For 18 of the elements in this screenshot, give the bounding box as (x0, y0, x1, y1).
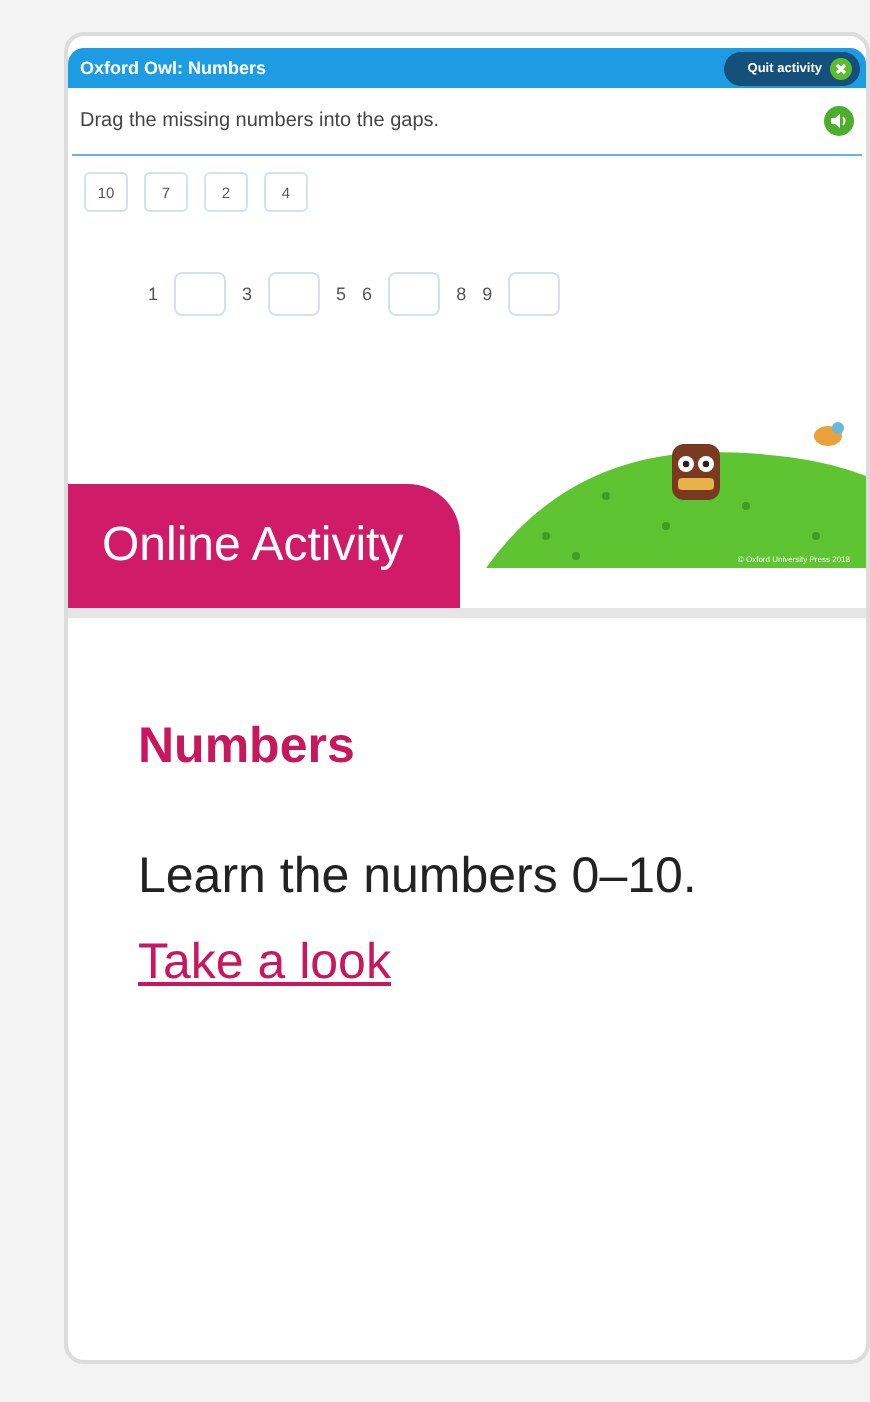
activity-title: Oxford Owl: Numbers (80, 58, 267, 78)
sequence-number: 1 (148, 284, 159, 304)
instruction-text: Drag the missing numbers into the gaps. (80, 110, 440, 132)
card-heading: Numbers (138, 718, 357, 776)
drop-gap[interactable] (268, 272, 321, 316)
drop-gap[interactable] (388, 272, 441, 316)
sequence-number: 8 (456, 284, 467, 304)
drop-gap[interactable] (174, 272, 227, 316)
sequence-number: 9 (482, 284, 493, 304)
drop-gap[interactable] (508, 272, 561, 316)
take-a-look-link[interactable]: Take a look (138, 934, 391, 992)
sequence-number: 6 (362, 284, 373, 304)
sequence-number: 5 (336, 284, 347, 304)
speaker-icon[interactable] (824, 106, 854, 136)
sequence-number: 3 (242, 284, 253, 304)
online-activity-badge: Online Activity (68, 484, 460, 608)
card-description: Learn the numbers 0–10. (138, 848, 699, 906)
close-icon (830, 57, 852, 79)
